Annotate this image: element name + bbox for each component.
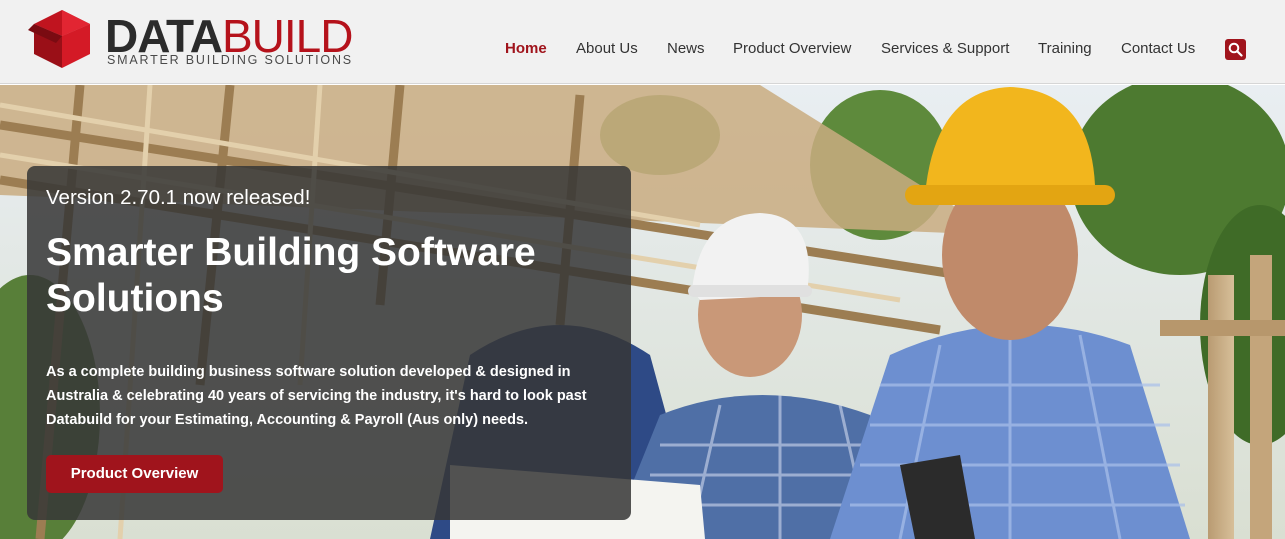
nav-item-services-support[interactable]: Services & Support — [881, 38, 1009, 60]
search-icon — [1228, 42, 1243, 57]
nav-item-about-us[interactable]: About Us — [576, 38, 638, 60]
main-nav: Home About Us News Product Overview Serv… — [0, 38, 1285, 60]
nav-item-home[interactable]: Home — [505, 38, 547, 60]
product-overview-button[interactable]: Product Overview — [46, 455, 223, 493]
nav-item-training[interactable]: Training — [1038, 38, 1092, 60]
site-header: DATABUILD SMARTER BUILDING SOLUTIONS Hom… — [0, 0, 1285, 84]
nav-item-product-overview[interactable]: Product Overview — [733, 38, 851, 60]
nav-item-news[interactable]: News — [667, 38, 705, 60]
hero-content-panel: Version 2.70.1 now released! Smarter Bui… — [27, 166, 631, 520]
search-button[interactable] — [1225, 39, 1246, 60]
nav-item-contact-us[interactable]: Contact Us — [1121, 38, 1195, 60]
hero-banner: Version 2.70.1 now released! Smarter Bui… — [0, 85, 1285, 539]
release-announcement: Version 2.70.1 now released! — [46, 186, 311, 209]
hero-description: As a complete building business software… — [46, 364, 587, 428]
hero-heading: Smarter Building Software Solutions — [46, 231, 536, 320]
